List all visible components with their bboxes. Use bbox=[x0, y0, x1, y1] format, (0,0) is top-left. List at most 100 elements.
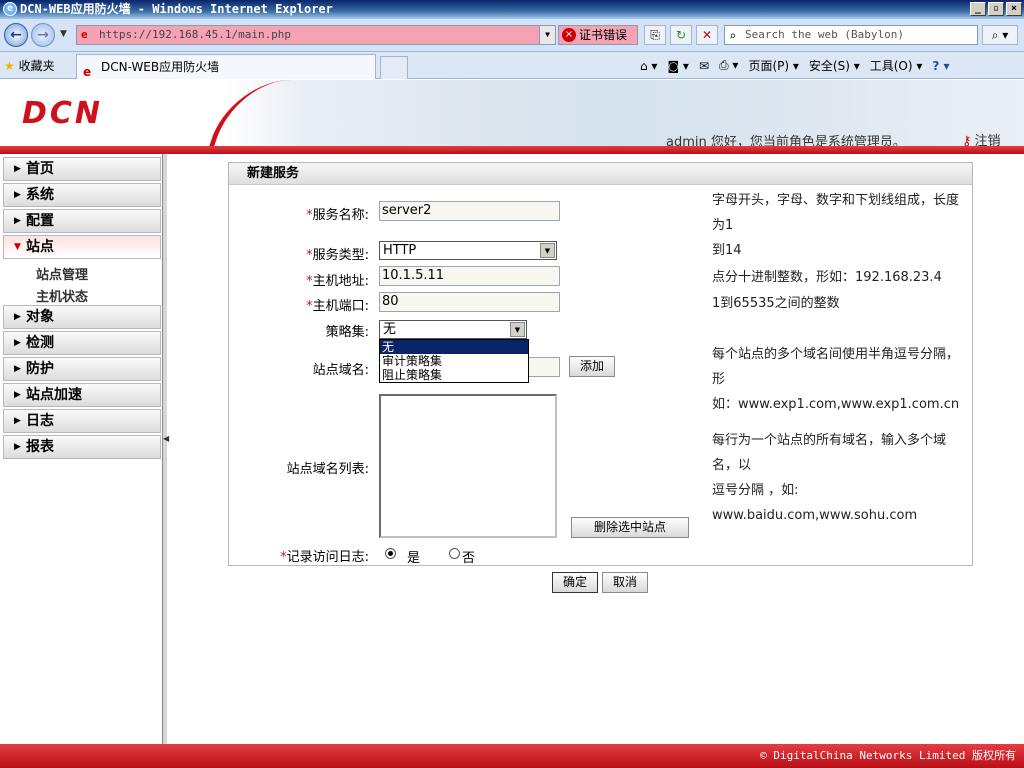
policy-set-select[interactable]: 无 ▼ bbox=[379, 320, 527, 339]
feeds-icon[interactable]: ◙ ▾ bbox=[667, 59, 688, 73]
tools-menu[interactable]: 工具(O) ▾ bbox=[870, 57, 923, 74]
print-icon[interactable]: ⎙ ▾ bbox=[719, 58, 738, 73]
hint-line: 到14 bbox=[712, 243, 742, 258]
sidebar-subitem-host-status[interactable]: 主机状态 bbox=[36, 286, 88, 305]
window-title-bar: e DCN-WEB应用防火墙 - Windows Internet Explor… bbox=[0, 0, 1024, 19]
refresh-icon[interactable]: ↻ bbox=[670, 25, 692, 45]
forward-arrow-icon[interactable]: → bbox=[31, 23, 55, 47]
triangle-right-icon: ▶ bbox=[14, 312, 21, 322]
host-address-input[interactable]: 10.1.5.11 bbox=[379, 266, 560, 286]
sidebar-item-config[interactable]: ▶ 配置 bbox=[3, 209, 161, 233]
access-log-label-text: 记录访问日志: bbox=[286, 550, 369, 565]
log-no-label: 否 bbox=[462, 551, 476, 566]
log-yes-radio[interactable] bbox=[385, 548, 396, 559]
policy-set-value: 无 bbox=[383, 322, 397, 337]
sidebar-item-acceleration[interactable]: ▶ 站点加速 bbox=[3, 383, 161, 407]
sidebar-item-label: 对象 bbox=[26, 309, 54, 325]
policy-set-label: 策略集: bbox=[325, 325, 369, 340]
browser-tab[interactable]: e DCN-WEB应用防火墙 bbox=[76, 54, 376, 79]
hint-domain-list: 每行为一个站点的所有域名，输入多个域名，以 逗号分隔 ，如: www.baidu… bbox=[712, 428, 968, 528]
favorites-bar: ★ 收藏夹 e DCN-WEB应用防火墙 ⌂ ▾ ◙ ▾ ✉ ⎙ ▾ 页面(P)… bbox=[0, 52, 1024, 79]
minimize-button[interactable]: _ bbox=[970, 2, 986, 16]
compatibility-icon[interactable]: ⎘ bbox=[644, 25, 666, 45]
favorites-label: 收藏夹 bbox=[18, 59, 55, 73]
sidebar-item-home[interactable]: ▶ 首页 bbox=[3, 157, 161, 181]
maximize-button[interactable]: ▫ bbox=[988, 2, 1004, 16]
new-tab-button[interactable] bbox=[380, 56, 408, 79]
cancel-button[interactable]: 取消 bbox=[602, 572, 648, 593]
sidebar-item-label: 报表 bbox=[26, 439, 54, 455]
sidebar-item-detection[interactable]: ▶ 检测 bbox=[3, 331, 161, 355]
certificate-warning-icon: × bbox=[562, 28, 576, 42]
sidebar-item-label: 配置 bbox=[26, 213, 54, 229]
back-arrow-icon[interactable]: ← bbox=[4, 23, 28, 47]
policy-option-none[interactable]: 无 bbox=[380, 340, 528, 354]
log-no-radio[interactable] bbox=[449, 548, 460, 559]
panel-title: 新建服务 bbox=[229, 163, 972, 185]
triangle-right-icon: ▶ bbox=[14, 190, 21, 200]
hint-site-domain: 每个站点的多个域名间使用半角逗号分隔，形 如：www.exp1.com,www.… bbox=[712, 342, 968, 417]
search-go-button[interactable]: ⌕ ▾ bbox=[982, 25, 1018, 45]
sidebar-item-label: 日志 bbox=[26, 413, 54, 429]
sidebar-item-sites[interactable]: ▼ 站点 bbox=[3, 235, 161, 259]
sidebar-item-label: 系统 bbox=[26, 187, 54, 203]
host-port-label: *主机端口: bbox=[306, 299, 369, 314]
browser-tab-title: DCN-WEB应用防火墙 bbox=[101, 60, 220, 74]
triangle-right-icon: ▶ bbox=[14, 164, 21, 174]
new-service-panel: 新建服务 *服务名称: server2 *服务类型: HTTP ▼ *主机地址:… bbox=[228, 162, 973, 566]
search-placeholder: Search the web (Babylon) bbox=[745, 28, 904, 41]
search-input[interactable]: ⌕ Search the web (Babylon) bbox=[724, 25, 978, 45]
home-icon[interactable]: ⌂ ▾ bbox=[640, 59, 657, 73]
hint-line: 逗号分隔 ，如: bbox=[712, 483, 799, 498]
service-type-select[interactable]: HTTP ▼ bbox=[379, 241, 557, 260]
log-yes-label: 是 bbox=[407, 551, 421, 566]
collapse-arrow-icon[interactable]: ◀ bbox=[163, 434, 169, 443]
header-divider bbox=[0, 146, 1024, 154]
triangle-right-icon: ▶ bbox=[14, 338, 21, 348]
sidebar-subitem-site-management[interactable]: 站点管理 bbox=[36, 264, 88, 283]
sidebar-item-objects[interactable]: ▶ 对象 bbox=[3, 305, 161, 329]
sidebar-item-label: 首页 bbox=[26, 161, 54, 177]
triangle-right-icon: ▶ bbox=[14, 442, 21, 452]
favorites-button[interactable]: ★ 收藏夹 bbox=[4, 57, 55, 74]
domain-list-label: 站点域名列表: bbox=[286, 462, 369, 477]
sidebar-item-label: 检测 bbox=[26, 335, 54, 351]
host-port-input[interactable]: 80 bbox=[379, 292, 560, 312]
sidebar-item-reports[interactable]: ▶ 报表 bbox=[3, 435, 161, 459]
mail-icon[interactable]: ✉ bbox=[699, 59, 709, 73]
sidebar-item-system[interactable]: ▶ 系统 bbox=[3, 183, 161, 207]
add-domain-button[interactable]: 添加 bbox=[569, 356, 615, 377]
sidebar-item-logs[interactable]: ▶ 日志 bbox=[3, 409, 161, 433]
history-dropdown-icon[interactable]: ▼ bbox=[60, 29, 67, 39]
sidebar-item-label: 防护 bbox=[26, 361, 54, 377]
sidebar: ▶ 首页 ▶ 系统 ▶ 配置 ▼ 站点 站点管理 主机状态 ▶ 对象 ▶ 检测 ▶ 防护 ▶ 站… bbox=[0, 154, 164, 744]
certificate-error-label: 证书错误 bbox=[579, 28, 628, 42]
confirm-button[interactable]: 确定 bbox=[552, 572, 598, 593]
sidebar-item-label: 站点加速 bbox=[26, 387, 82, 403]
address-dropdown-icon[interactable]: ▼ bbox=[539, 26, 555, 44]
certificate-error-button[interactable]: × 证书错误 bbox=[558, 25, 638, 45]
service-type-label: *服务类型: bbox=[306, 248, 369, 263]
close-window-button[interactable]: × bbox=[1006, 2, 1022, 16]
policy-option-audit[interactable]: 审计策略集 bbox=[380, 354, 528, 368]
host-port-label-text: 主机端口: bbox=[312, 299, 369, 314]
domain-listbox[interactable] bbox=[379, 394, 557, 538]
hint-line: 每行为一个站点的所有域名，输入多个域名，以 bbox=[712, 433, 947, 473]
sidebar-item-label: 站点 bbox=[26, 239, 54, 255]
sidebar-splitter[interactable]: ◀ bbox=[162, 154, 169, 744]
safety-menu[interactable]: 安全(S) ▾ bbox=[809, 57, 860, 74]
page-menu[interactable]: 页面(P) ▾ bbox=[748, 57, 798, 74]
delete-selected-site-button[interactable]: 删除选中站点 bbox=[571, 517, 689, 538]
hint-service-name: 字母开头，字母、数字和下划线组成，长度为1 到14 bbox=[712, 188, 968, 263]
address-toolbar: ← → ▼ e https://192.168.45.1/main.php ▼ … bbox=[0, 19, 1024, 52]
access-log-label: *记录访问日志: bbox=[280, 550, 369, 565]
site-domain-input[interactable] bbox=[527, 357, 560, 377]
dcn-logo: DCN bbox=[22, 96, 104, 131]
address-bar[interactable]: e https://192.168.45.1/main.php ▼ bbox=[76, 25, 556, 45]
policy-option-block[interactable]: 阻止策略集 bbox=[380, 368, 528, 382]
help-icon[interactable]: ? ▾ bbox=[932, 59, 949, 73]
stop-icon[interactable]: ✕ bbox=[696, 25, 718, 45]
sidebar-item-protection[interactable]: ▶ 防护 bbox=[3, 357, 161, 381]
service-name-input[interactable]: server2 bbox=[379, 201, 560, 221]
app-header: DCN admin 您好，您当前角色是系统管理员。 ⚷ 注销 bbox=[0, 80, 1024, 150]
